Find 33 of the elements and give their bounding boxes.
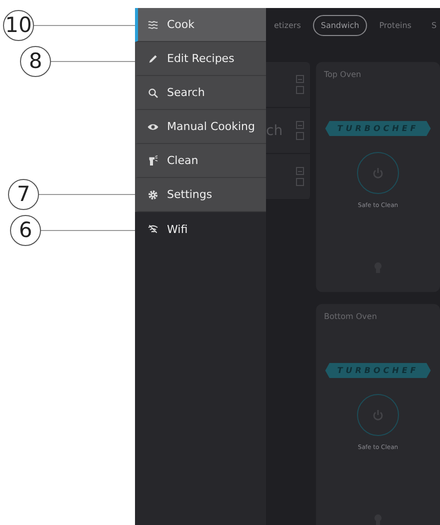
drawer-menu-item[interactable]: Wifi bbox=[135, 212, 266, 246]
drawer-menu-item[interactable]: Settings bbox=[135, 178, 266, 212]
callout-number: 6 bbox=[10, 214, 41, 246]
oven-title: Bottom Oven bbox=[324, 312, 377, 321]
power-button[interactable] bbox=[357, 394, 399, 436]
category-tab[interactable]: Proteins bbox=[371, 14, 420, 36]
waves-icon bbox=[147, 18, 159, 30]
collapse-icon[interactable] bbox=[296, 75, 304, 83]
pencil-icon bbox=[147, 52, 159, 64]
collapse-icon[interactable] bbox=[296, 167, 304, 175]
drawer-menu-item[interactable]: Clean bbox=[135, 144, 266, 178]
power-button[interactable] bbox=[357, 152, 399, 194]
settings-icon bbox=[147, 188, 159, 200]
category-tab[interactable]: S bbox=[423, 14, 440, 36]
drawer-menu-item[interactable]: Manual Cooking bbox=[135, 110, 266, 144]
spray-bottle-icon bbox=[147, 154, 159, 166]
checkbox[interactable] bbox=[296, 178, 304, 186]
checkbox[interactable] bbox=[296, 86, 304, 94]
category-tab[interactable]: etizers bbox=[266, 14, 309, 36]
power-icon bbox=[372, 409, 384, 421]
drawer-menu-item[interactable]: Search bbox=[135, 76, 266, 110]
drawer-menu-item[interactable]: Edit Recipes bbox=[135, 42, 266, 76]
power-icon bbox=[372, 167, 384, 179]
wifi-off-icon bbox=[147, 223, 159, 235]
checkbox[interactable] bbox=[296, 132, 304, 140]
callout-number: 8 bbox=[20, 46, 51, 76]
drawer-menu-item[interactable]: Cook bbox=[135, 8, 266, 42]
callout-number: 10 bbox=[3, 10, 34, 40]
collapse-icon[interactable] bbox=[296, 121, 304, 129]
search-icon bbox=[147, 86, 159, 98]
category-tab[interactable]: Sandwich bbox=[312, 14, 368, 36]
oven-title: Top Oven bbox=[324, 70, 362, 79]
callout-number: 7 bbox=[8, 178, 39, 210]
